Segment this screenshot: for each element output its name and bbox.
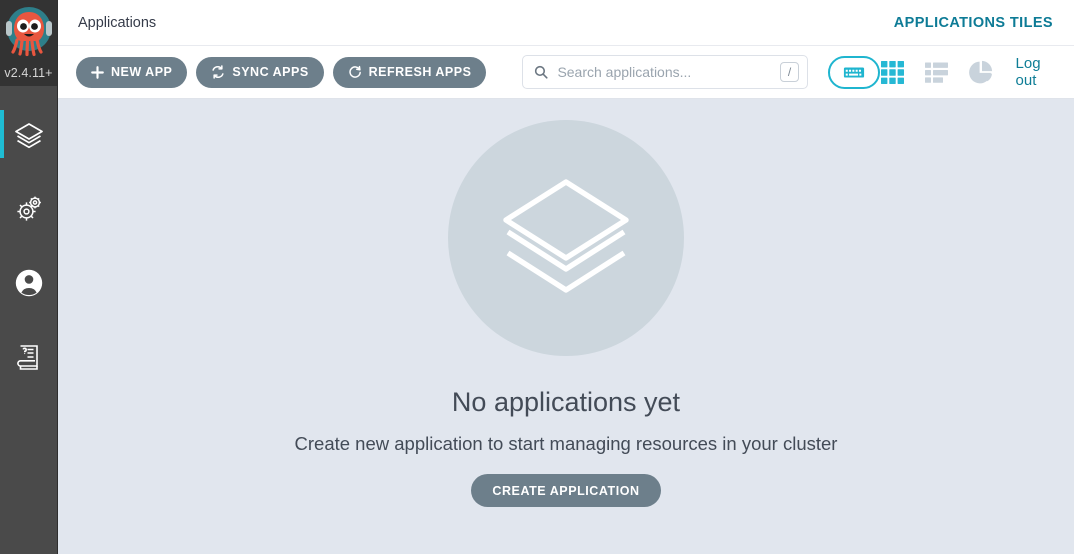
empty-state-title: No applications yet xyxy=(451,387,681,417)
keyboard-shortcuts-button[interactable] xyxy=(828,55,880,89)
argo-octopus-logo[interactable] xyxy=(3,4,55,66)
logout-link[interactable]: Log out xyxy=(1016,55,1056,89)
list-icon xyxy=(924,62,948,83)
sync-apps-button[interactable]: SYNC APPS xyxy=(196,56,324,88)
grid-icon xyxy=(880,60,904,84)
top-header-bar: Applications APPLICATIONS TILES xyxy=(58,0,1074,46)
summary-view-button[interactable] xyxy=(968,60,993,85)
sidebar-brand: v2.4.11+ xyxy=(0,0,57,86)
refresh-apps-label: REFRESH APPS xyxy=(368,65,472,79)
new-app-label: NEW APP xyxy=(111,65,173,79)
gears-icon xyxy=(17,196,41,221)
search-shortcut-badge: / xyxy=(780,62,800,82)
refresh-icon xyxy=(349,65,361,78)
pie-chart-icon xyxy=(968,60,992,83)
plus-icon xyxy=(91,65,104,79)
toolbar-right-group: Log out xyxy=(880,55,1056,89)
argo-logo-icon xyxy=(5,7,52,57)
sidebar-item-settings[interactable] xyxy=(0,172,58,246)
search-input[interactable] xyxy=(557,64,781,80)
help-book-icon xyxy=(17,345,38,370)
empty-state-illustration xyxy=(448,120,684,356)
page-title[interactable]: APPLICATIONS TILES xyxy=(894,15,1053,31)
sidebar-item-user-info[interactable] xyxy=(0,246,58,320)
search-icon xyxy=(535,65,548,79)
sync-apps-label: SYNC APPS xyxy=(232,65,309,79)
toolbar: NEW APP SYNC APPS REFRESH APPS Search ap… xyxy=(58,46,1074,99)
argocd-app-window: v2.4.11+ Applications APPLICATIONS TILES… xyxy=(0,0,1074,554)
new-app-button[interactable]: NEW APP xyxy=(76,56,188,88)
version-label: v2.4.11+ xyxy=(4,66,53,80)
sidebar: v2.4.11+ xyxy=(0,0,58,554)
user-icon xyxy=(15,269,43,297)
search-box[interactable]: / xyxy=(522,55,809,89)
empty-state-subtitle: Create new application to start managing… xyxy=(294,433,838,454)
refresh-apps-button[interactable]: REFRESH APPS xyxy=(332,56,487,88)
sync-icon xyxy=(212,65,225,79)
layers-icon xyxy=(15,123,43,149)
breadcrumb: Applications xyxy=(78,14,157,31)
sidebar-item-applications[interactable] xyxy=(0,98,58,172)
list-view-button[interactable] xyxy=(924,60,949,85)
main-area: Applications APPLICATIONS TILES NEW APP … xyxy=(58,0,1074,554)
tiles-view-button[interactable] xyxy=(880,60,905,85)
layers-icon xyxy=(503,179,629,293)
sidebar-nav xyxy=(0,98,57,394)
sidebar-item-documentation[interactable] xyxy=(0,320,58,394)
create-application-button[interactable]: CREATE APPLICATION xyxy=(471,474,661,507)
keyboard-icon xyxy=(843,66,864,78)
content-area: No applications yet Create new applicati… xyxy=(58,99,1074,554)
